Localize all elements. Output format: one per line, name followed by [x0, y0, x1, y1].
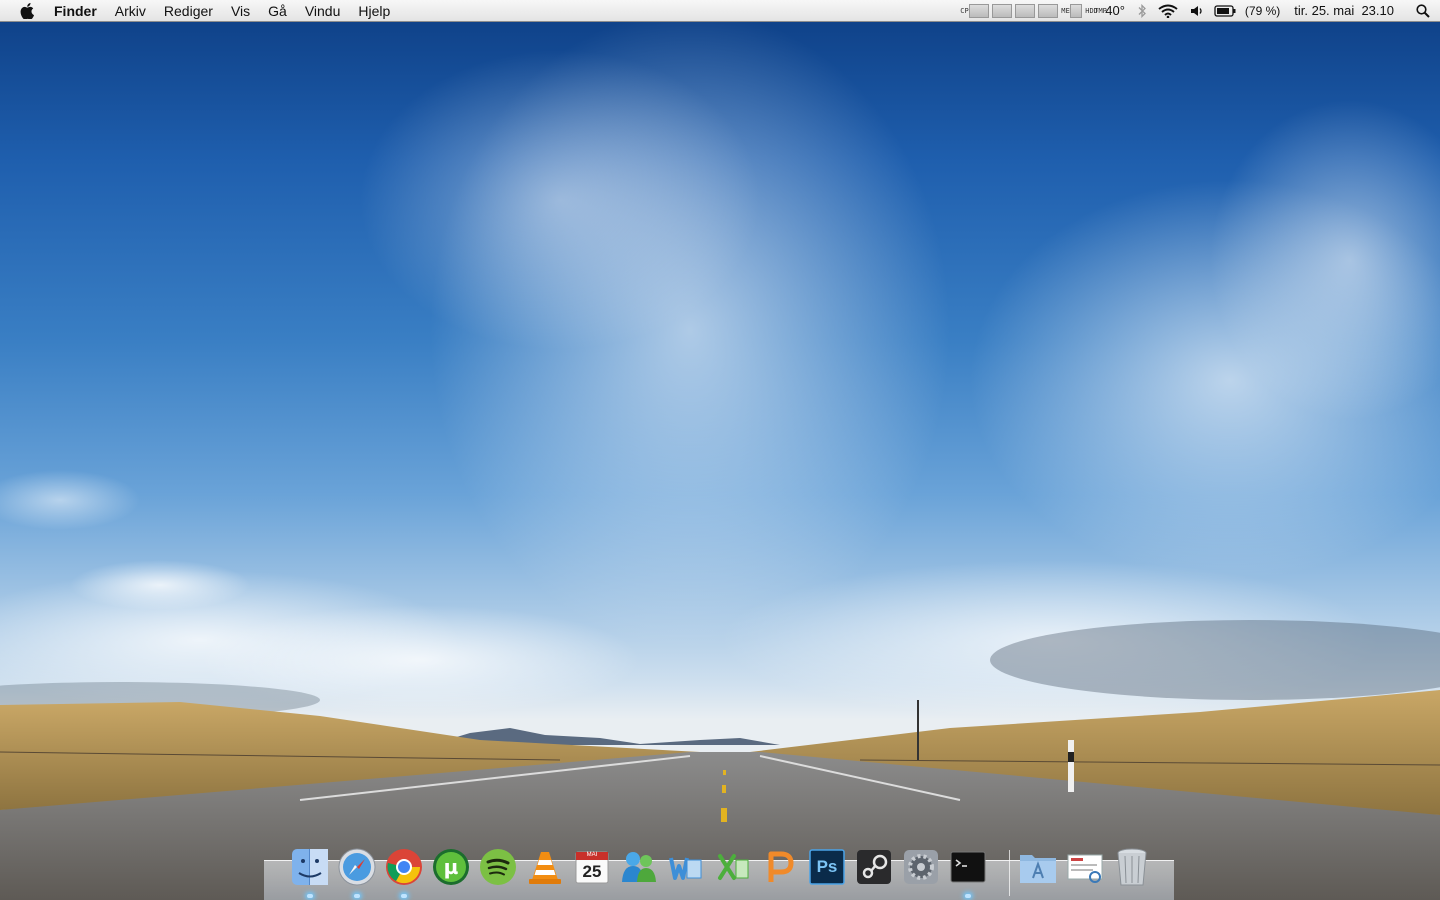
bluetooth-icon[interactable] — [1131, 0, 1153, 22]
chrome-icon[interactable] — [383, 846, 425, 888]
svg-text:µ: µ — [444, 855, 459, 879]
chrome-running-indicator — [401, 894, 407, 898]
apple-icon[interactable] — [17, 0, 37, 22]
clock[interactable]: tir. 25. mai 23.10 — [1288, 0, 1406, 22]
hdd-meter-label: HDD — [1085, 6, 1098, 15]
battery-icon[interactable] — [1211, 0, 1239, 22]
gear-icon[interactable] — [900, 846, 942, 888]
utorrent-icon[interactable]: µ — [430, 846, 472, 888]
vlc-icon[interactable] — [524, 846, 566, 888]
word-icon[interactable] — [665, 846, 707, 888]
mem-meter[interactable] — [1070, 4, 1083, 18]
cpu-meter-2[interactable] — [992, 4, 1013, 18]
preview-icon[interactable] — [1064, 846, 1106, 888]
menu-rediger[interactable]: Rediger — [155, 0, 222, 22]
calendar-month: MAI — [586, 852, 598, 858]
menu-hjelp[interactable]: Hjelp — [349, 0, 399, 22]
applications-folder-icon[interactable] — [1017, 846, 1059, 888]
terminal-running-indicator — [965, 894, 971, 898]
cpu-meter[interactable] — [969, 4, 990, 18]
menu-vis[interactable]: Vis — [222, 0, 259, 22]
menu-arkiv[interactable]: Arkiv — [106, 0, 155, 22]
menu-app-finder[interactable]: Finder — [54, 0, 106, 22]
terminal-icon[interactable] — [947, 846, 989, 888]
menu-vindu[interactable]: Vindu — [296, 0, 350, 22]
finder-running-indicator — [307, 894, 313, 898]
spotify-icon[interactable] — [477, 846, 519, 888]
cpu-meter-3[interactable] — [1015, 4, 1036, 18]
calendar-date: 25 — [582, 862, 602, 881]
mem-meter-label: MEM — [1061, 6, 1074, 15]
cpu-meter-4[interactable] — [1038, 4, 1059, 18]
spotlight-search-icon[interactable] — [1406, 0, 1440, 22]
steam-icon[interactable] — [853, 846, 895, 888]
cpu-meter-label: CPU — [960, 6, 973, 15]
photoshop-label: Ps — [816, 857, 838, 876]
safari-running-indicator — [354, 894, 360, 898]
temperature-readout[interactable]: 40° — [1103, 0, 1131, 22]
menu-ga[interactable]: Gå — [259, 0, 296, 22]
battery-percent[interactable]: (79 %) — [1239, 0, 1288, 22]
desktop-wallpaper — [0, 0, 1440, 900]
dock-separator — [1009, 850, 1010, 896]
trash-icon[interactable] — [1111, 846, 1153, 888]
excel-icon[interactable] — [712, 846, 754, 888]
tmp-meter-label: TMP — [1094, 6, 1107, 15]
safari-icon[interactable] — [336, 846, 378, 888]
finder-icon[interactable] — [289, 846, 331, 888]
volume-icon[interactable] — [1183, 0, 1211, 22]
dock: µ MAI 25 Ps — [264, 846, 1174, 900]
menu-bar: Finder Arkiv Rediger Vis Gå Vindu Hjelp … — [0, 0, 1440, 22]
messenger-icon[interactable] — [618, 846, 660, 888]
powerpoint-icon[interactable] — [759, 846, 801, 888]
photoshop-icon[interactable]: Ps — [806, 846, 848, 888]
calendar-icon[interactable]: MAI 25 — [571, 846, 613, 888]
wifi-icon[interactable] — [1153, 0, 1183, 22]
